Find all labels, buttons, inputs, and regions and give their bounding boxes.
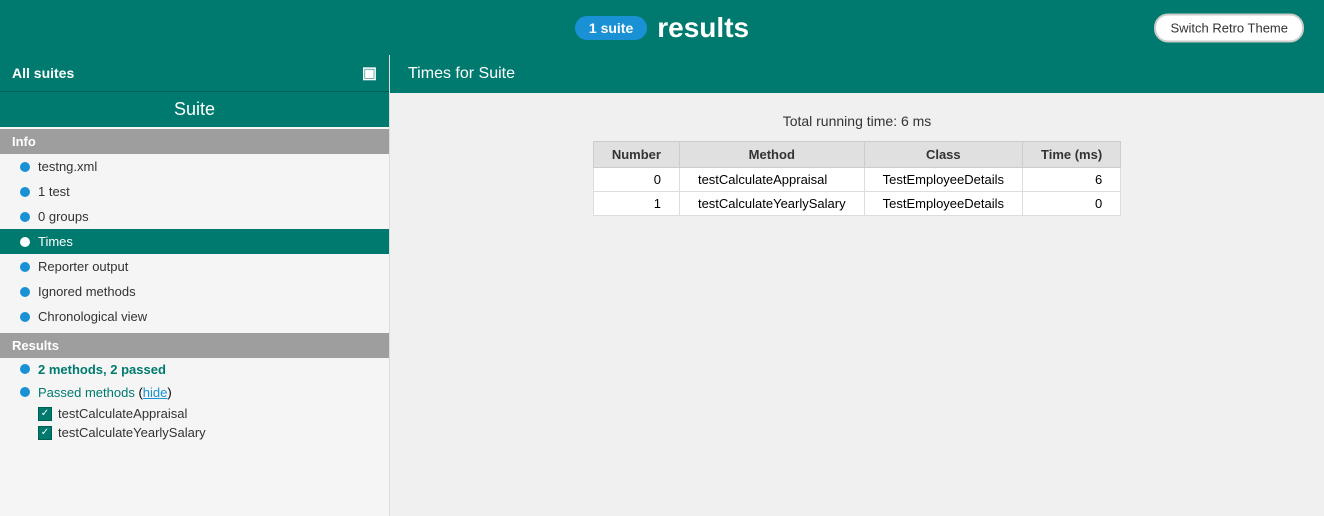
col-number: Number: [593, 142, 679, 168]
dot-icon: [20, 287, 30, 297]
content-body: Total running time: 6 ms Number Method C…: [390, 93, 1324, 236]
suite-title: Suite: [0, 91, 389, 127]
hide-link[interactable]: hide: [143, 385, 168, 400]
method-name: testCalculateAppraisal: [58, 406, 187, 421]
sidebar: All suites ▣ Suite Info testng.xml 1 tes…: [0, 55, 390, 516]
method-checkbox: ✓: [38, 407, 52, 421]
nav-item-label: 0 groups: [38, 209, 89, 224]
col-time: Time (ms): [1023, 142, 1121, 168]
dot-icon: [20, 262, 30, 272]
result-summary: 2 methods, 2 passed: [0, 358, 389, 381]
retro-theme-button[interactable]: Switch Retro Theme: [1154, 13, 1304, 42]
dot-icon: [20, 312, 30, 322]
method-item-1[interactable]: ✓ testCalculateYearlySalary: [38, 423, 389, 442]
col-method: Method: [679, 142, 864, 168]
results-title: results: [657, 12, 749, 44]
all-suites-header: All suites ▣: [0, 55, 389, 91]
passed-methods-item: Passed methods (hide): [0, 381, 389, 404]
nav-item-label: 1 test: [38, 184, 70, 199]
cell-number: 0: [593, 168, 679, 192]
cell-method: testCalculateAppraisal: [679, 168, 864, 192]
cell-class: TestEmployeeDetails: [864, 192, 1022, 216]
dot-icon: [20, 162, 30, 172]
suite-count-badge: 1 suite: [575, 16, 647, 40]
table-row: 1 testCalculateYearlySalary TestEmployee…: [593, 192, 1120, 216]
total-time-label: Total running time: 6 ms: [410, 113, 1304, 129]
col-class: Class: [864, 142, 1022, 168]
results-section-label: Results: [0, 333, 389, 358]
nav-item-times[interactable]: Times: [0, 229, 389, 254]
nav-item-chrono[interactable]: Chronological view: [0, 304, 389, 329]
cell-class: TestEmployeeDetails: [864, 168, 1022, 192]
dot-icon: [20, 212, 30, 222]
collapse-icon[interactable]: ▣: [362, 63, 377, 83]
all-suites-label: All suites: [12, 65, 74, 81]
method-name: testCalculateYearlySalary: [58, 425, 206, 440]
nav-item-label: Chronological view: [38, 309, 147, 324]
cell-method: testCalculateYearlySalary: [679, 192, 864, 216]
methods-count: 2 methods, 2 passed: [38, 362, 166, 377]
method-list: ✓ testCalculateAppraisal ✓ testCalculate…: [0, 404, 389, 442]
nav-item-ignored[interactable]: Ignored methods: [0, 279, 389, 304]
nav-item-label: testng.xml: [38, 159, 97, 174]
cell-time: 6: [1023, 168, 1121, 192]
info-section-label: Info: [0, 129, 389, 154]
times-table: Number Method Class Time (ms) 0 testCalc…: [593, 141, 1121, 216]
dot-icon: [20, 387, 30, 397]
main-layout: All suites ▣ Suite Info testng.xml 1 tes…: [0, 55, 1324, 516]
method-item-0[interactable]: ✓ testCalculateAppraisal: [38, 404, 389, 423]
nav-item-0groups[interactable]: 0 groups: [0, 204, 389, 229]
dot-icon: [20, 187, 30, 197]
dot-icon: [20, 364, 30, 374]
header: 1 suite results Switch Retro Theme: [0, 0, 1324, 55]
content-header: Times for Suite: [390, 55, 1324, 93]
table-row: 0 testCalculateAppraisal TestEmployeeDet…: [593, 168, 1120, 192]
nav-item-label: Ignored methods: [38, 284, 136, 299]
cell-time: 0: [1023, 192, 1121, 216]
nav-item-label: Reporter output: [38, 259, 128, 274]
cell-number: 1: [593, 192, 679, 216]
method-checkbox: ✓: [38, 426, 52, 440]
nav-item-reporter[interactable]: Reporter output: [0, 254, 389, 279]
passed-methods-label: Passed methods: [38, 385, 135, 400]
dot-icon: [20, 237, 30, 247]
nav-item-testng[interactable]: testng.xml: [0, 154, 389, 179]
nav-item-label: Times: [38, 234, 73, 249]
content-area: Times for Suite Total running time: 6 ms…: [390, 55, 1324, 516]
nav-item-1test[interactable]: 1 test: [0, 179, 389, 204]
